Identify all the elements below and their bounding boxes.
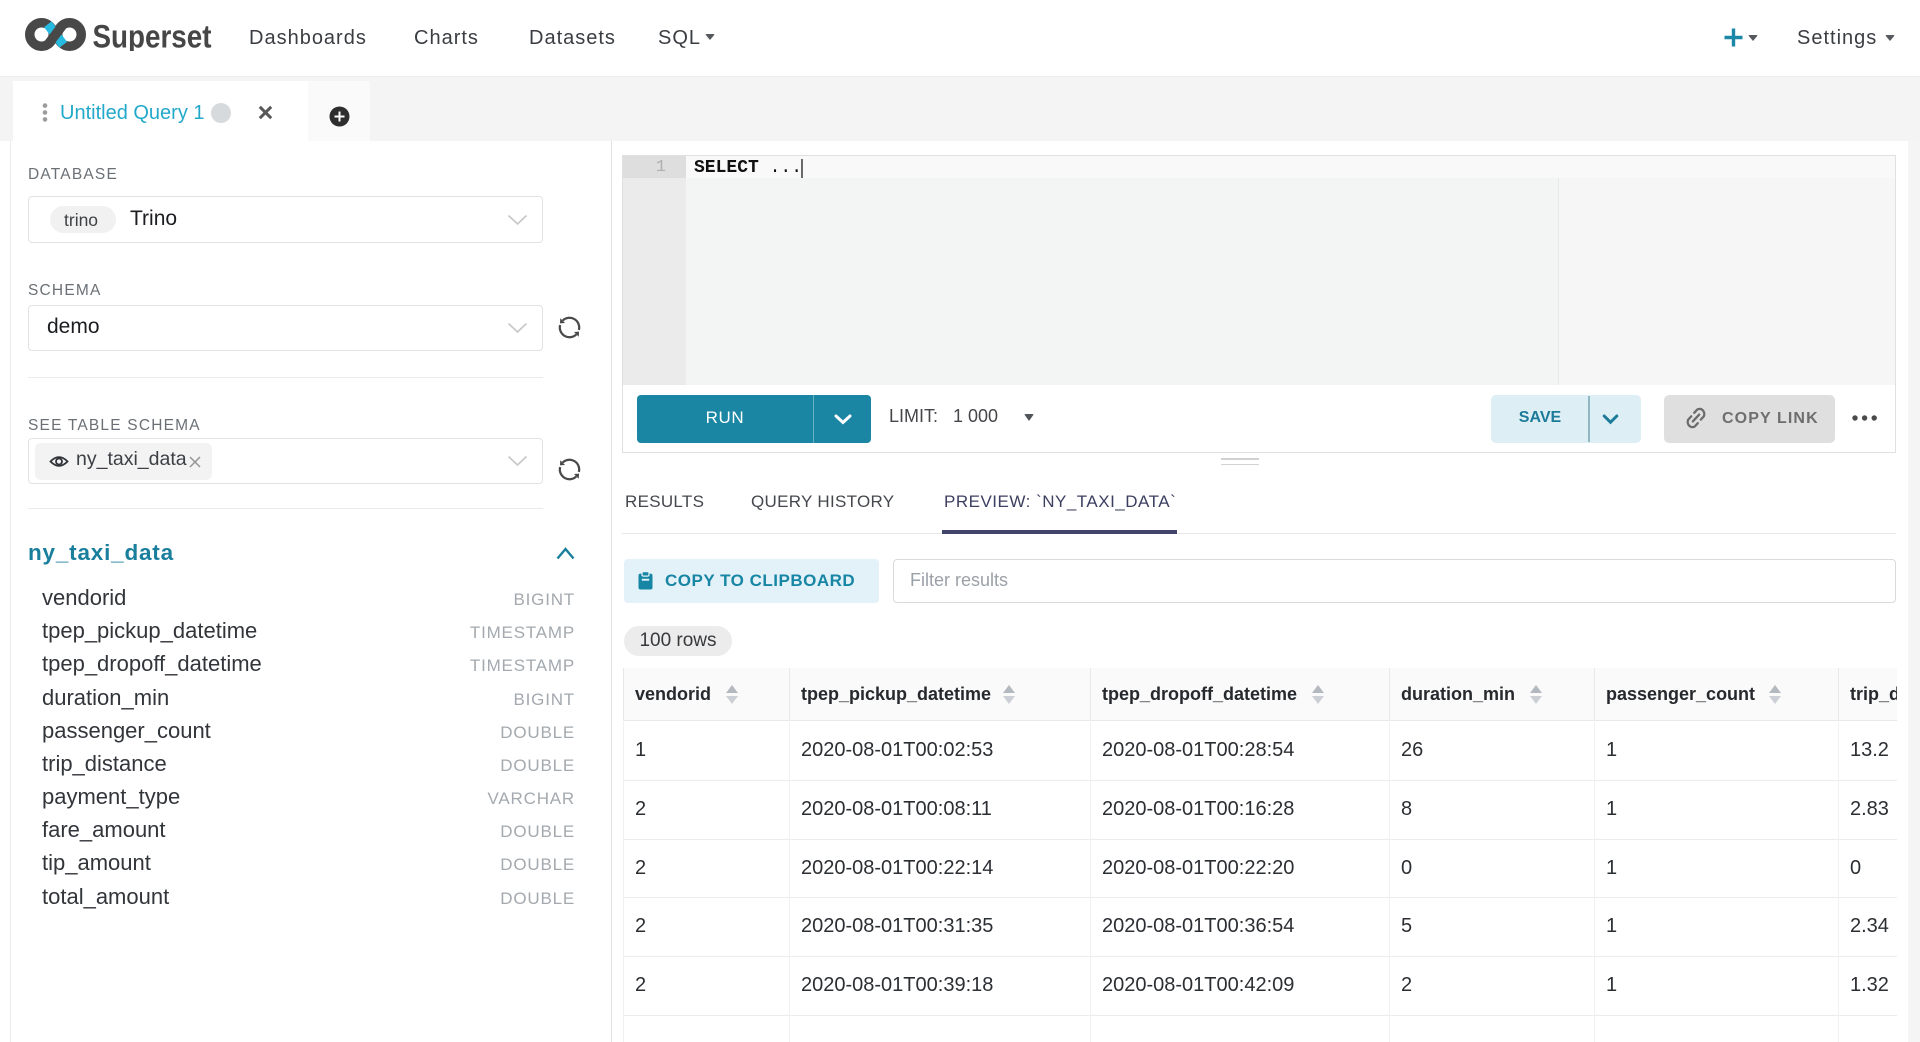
svg-text:Superset: Superset (93, 19, 212, 52)
